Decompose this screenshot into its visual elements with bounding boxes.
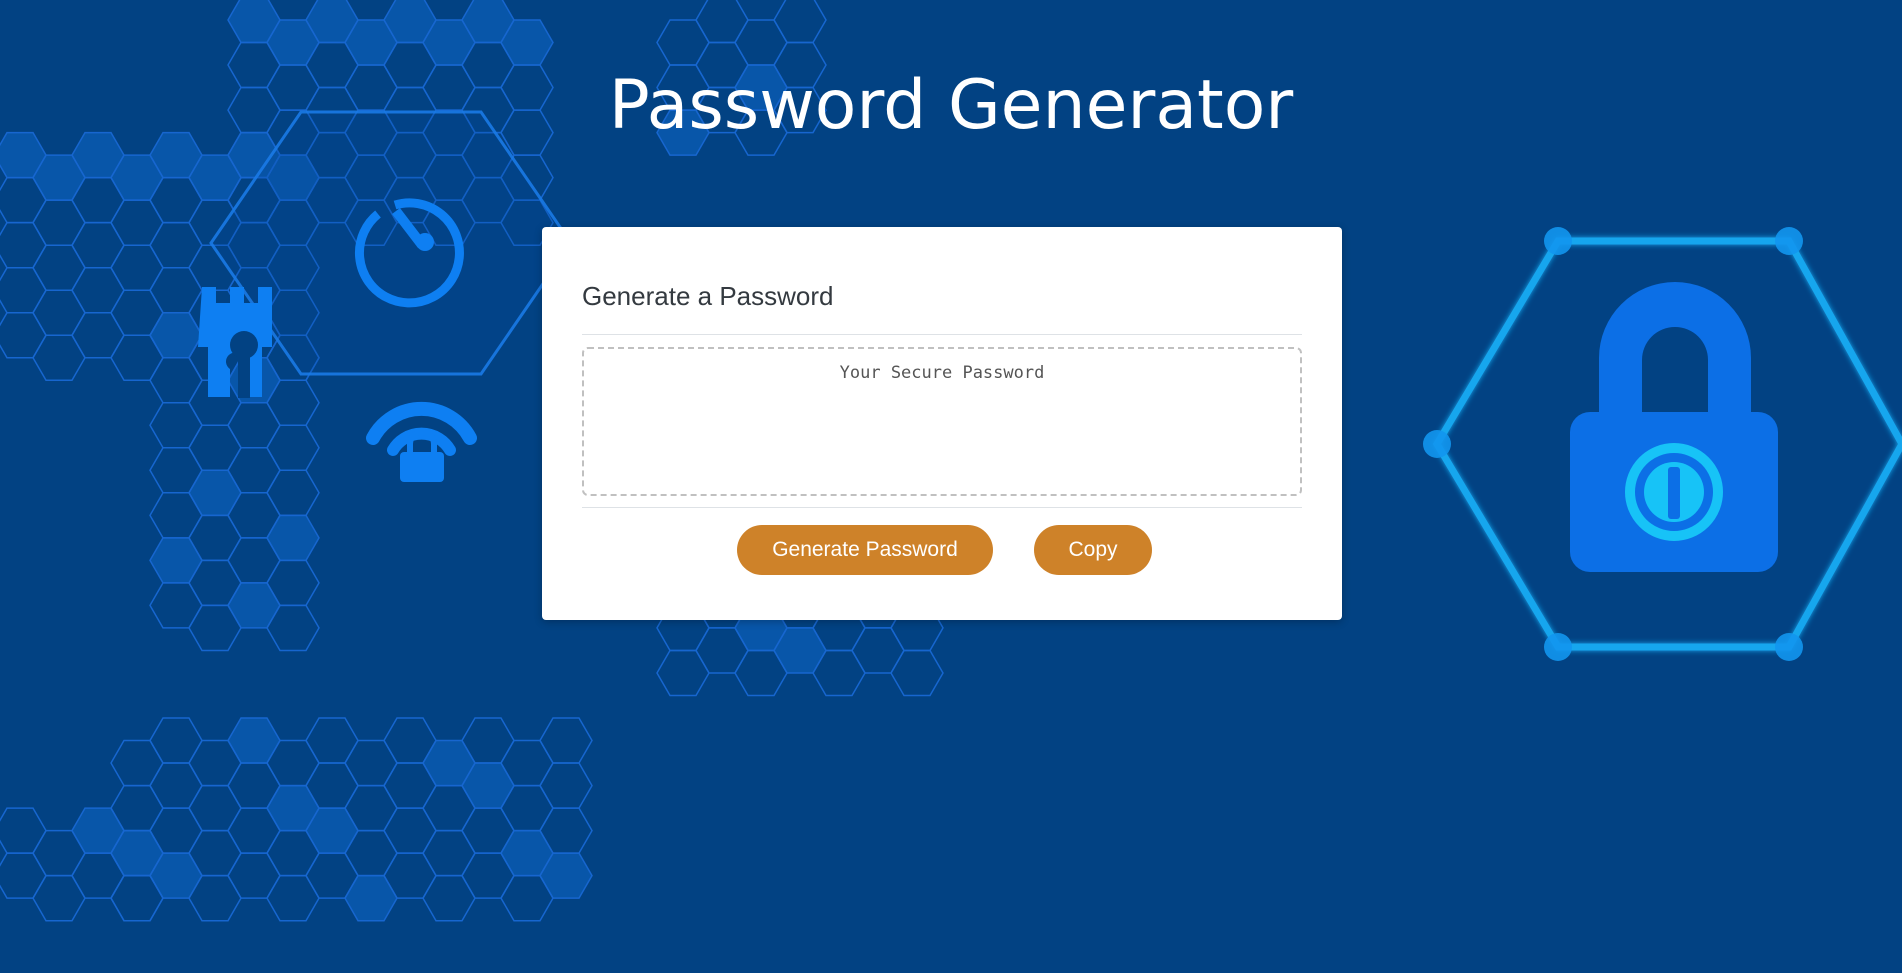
hex-cell	[422, 829, 476, 877]
hex-cell	[851, 627, 905, 674]
hex-cell	[695, 0, 749, 44]
hex-cell	[71, 266, 125, 314]
hex-cell	[32, 874, 86, 922]
hex-cell	[149, 356, 203, 404]
hex-cell	[110, 199, 164, 246]
hex-cell	[149, 402, 203, 449]
hex-cell	[266, 469, 320, 517]
card-title: Generate a Password	[582, 281, 834, 311]
page-title: Password Generator	[608, 66, 1294, 145]
hex-cell	[383, 807, 437, 854]
hex-cell	[227, 717, 281, 764]
hex-cell	[539, 717, 593, 764]
hex-cell	[305, 717, 359, 764]
hex-cell	[188, 469, 242, 517]
hex-cell	[890, 649, 944, 697]
hex-cell	[656, 19, 710, 66]
hex-cell	[656, 649, 710, 697]
password-output-field[interactable]	[582, 347, 1302, 496]
hex-cell	[0, 266, 47, 314]
hex-cell	[734, 19, 788, 66]
hex-cell	[32, 244, 86, 291]
hex-cell	[188, 424, 242, 472]
hex-cell	[773, 0, 827, 44]
copy-button[interactable]: Copy	[1034, 525, 1152, 575]
hex-cell	[188, 784, 242, 832]
card-header-divider	[582, 334, 1302, 335]
hex-cell	[149, 537, 203, 584]
hex-cell	[227, 852, 281, 899]
hex-cell	[227, 582, 281, 629]
wifi-lock-icon	[366, 401, 477, 482]
hex-cell	[71, 221, 125, 269]
hex-cell	[227, 402, 281, 449]
hex-cell	[32, 289, 86, 336]
hex-cell	[539, 762, 593, 809]
hex-cell	[266, 424, 320, 472]
generate-password-button[interactable]: Generate Password	[737, 525, 993, 575]
hex-cell	[110, 244, 164, 291]
hex-cell	[149, 717, 203, 764]
hex-cell	[149, 582, 203, 629]
hex-cell	[0, 311, 47, 359]
hex-cell	[0, 221, 47, 269]
hex-cell	[422, 874, 476, 922]
hex-cell	[0, 807, 47, 854]
hex-cell	[0, 852, 47, 899]
hex-cell	[344, 874, 398, 922]
hex-cell	[32, 199, 86, 246]
hex-cell	[149, 266, 203, 314]
hex-cell	[71, 311, 125, 359]
hex-cell	[266, 874, 320, 922]
hex-cell	[110, 739, 164, 787]
password-card: Generate a Password Generate Password Co…	[542, 227, 1342, 620]
hex-cell	[149, 311, 203, 359]
hex-cell	[32, 334, 86, 382]
padlock-icon	[1570, 282, 1778, 572]
hex-cell	[149, 221, 203, 269]
card-footer-divider	[582, 507, 1302, 508]
hex-cell	[149, 762, 203, 809]
hex-cell	[344, 739, 398, 787]
hex-cell	[266, 514, 320, 562]
